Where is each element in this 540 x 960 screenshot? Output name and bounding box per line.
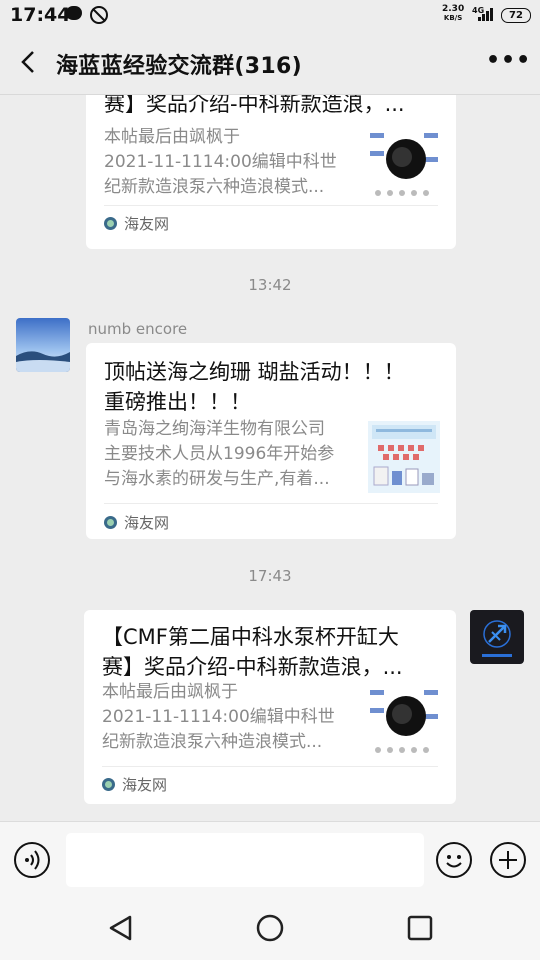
chat-title: 海蓝蓝经验交流群(316) <box>56 54 302 79</box>
emoji-icon[interactable] <box>436 842 472 878</box>
plus-icon[interactable] <box>490 842 526 878</box>
back-icon[interactable] <box>16 48 44 76</box>
link-card-title: 顶帖送海之绚珊 瑚盐活动！！！ 重磅推出！！！ <box>104 357 405 417</box>
link-thumbnail <box>368 684 440 756</box>
desc-line: 纪新款造浪泵六种造浪模式... <box>102 732 323 752</box>
link-card-title: 【CMF第二届中科水泵杯开缸大 赛】奖品介绍-中科新款造浪，... <box>102 622 403 682</box>
desc-line: 与海水素的研发与生产,有着... <box>104 469 330 489</box>
divider <box>102 766 438 767</box>
source-name: 海友网 <box>124 215 170 233</box>
desc-line: 本帖最后由飒枫于 <box>102 682 238 702</box>
sender-name: numb encore <box>88 320 188 338</box>
link-thumbnail <box>368 127 440 199</box>
source-name: 海友网 <box>122 776 168 794</box>
network-speed-value: 2.30 <box>442 4 465 14</box>
link-source: 海友网 <box>104 512 169 533</box>
divider <box>104 503 438 504</box>
link-card[interactable]: 顶帖送海之绚珊 瑚盐活动！！！ 重磅推出！！！ 青岛海之绚海洋生物有限公司 主要… <box>86 343 456 539</box>
chat-header: 海蓝蓝经验交流群(316) ••• <box>0 32 540 95</box>
input-bar <box>0 821 540 898</box>
link-card-desc: 本帖最后由飒枫于 2021-11-1114:00编辑中科世 纪新款造浪泵六种造浪… <box>104 125 362 200</box>
chat-area[interactable]: 赛】奖品介绍-中科新款造浪，... 本帖最后由飒枫于 2021-11-1114:… <box>0 95 540 821</box>
source-logo-icon <box>104 516 117 529</box>
back-triangle-icon[interactable] <box>106 913 136 943</box>
system-nav-bar <box>0 897 540 960</box>
link-card-desc: 本帖最后由飒枫于 2021-11-1114:00编辑中科世 纪新款造浪泵六种造浪… <box>102 680 360 755</box>
chat-bubble-icon <box>66 6 82 20</box>
link-card-title: 赛】奖品介绍-中科新款造浪，... <box>104 95 405 116</box>
more-options-icon[interactable]: ••• <box>486 48 530 76</box>
battery-icon: 72 <box>501 8 531 23</box>
link-thumbnail <box>368 421 440 493</box>
message-timestamp: 13:42 <box>248 276 292 294</box>
title-line: 【CMF第二届中科水泵杯开缸大 <box>102 625 399 649</box>
voice-icon[interactable] <box>14 842 50 878</box>
network-speed: 2.30 KB/S <box>442 5 464 23</box>
battery-level: 72 <box>509 10 523 21</box>
link-card[interactable]: 赛】奖品介绍-中科新款造浪，... 本帖最后由飒枫于 2021-11-1114:… <box>86 95 456 249</box>
source-logo-icon <box>104 217 117 230</box>
message-timestamp: 17:43 <box>248 567 292 585</box>
avatar[interactable] <box>16 318 70 372</box>
link-card[interactable]: 【CMF第二届中科水泵杯开缸大 赛】奖品介绍-中科新款造浪，... 本帖最后由飒… <box>84 610 456 804</box>
desc-line: 纪新款造浪泵六种造浪模式... <box>104 177 325 197</box>
desc-line: 2021-11-1114:00编辑中科世 <box>104 152 337 172</box>
message-input[interactable] <box>66 833 424 887</box>
title-line: 重磅推出！！！ <box>104 390 251 414</box>
home-circle-icon[interactable] <box>255 913 285 943</box>
source-logo-icon <box>102 778 115 791</box>
avatar[interactable] <box>470 610 524 664</box>
status-time: 17:44 <box>10 4 71 26</box>
link-card-desc: 青岛海之绚海洋生物有限公司 主要技术人员从1996年开始参 与海水素的研发与生产… <box>104 417 362 492</box>
recents-square-icon[interactable] <box>405 913 435 943</box>
desc-line: 青岛海之绚海洋生物有限公司 <box>104 419 325 439</box>
title-line: 赛】奖品介绍-中科新款造浪，... <box>102 655 403 679</box>
desc-line: 主要技术人员从1996年开始参 <box>104 444 335 464</box>
link-source: 海友网 <box>104 213 169 234</box>
desc-line: 2021-11-1114:00编辑中科世 <box>102 707 335 727</box>
title-line: 顶帖送海之绚珊 瑚盐活动！！！ <box>104 360 405 384</box>
link-source: 海友网 <box>102 774 167 795</box>
network-speed-unit: KB/S <box>443 14 463 22</box>
desc-line: 本帖最后由飒枫于 <box>104 127 240 147</box>
signal-bars-icon <box>478 8 494 21</box>
status-bar: 17:44 2.30 KB/S 4G 72 <box>0 0 540 32</box>
divider <box>104 205 438 206</box>
source-name: 海友网 <box>124 514 170 532</box>
do-not-disturb-icon <box>90 6 108 24</box>
